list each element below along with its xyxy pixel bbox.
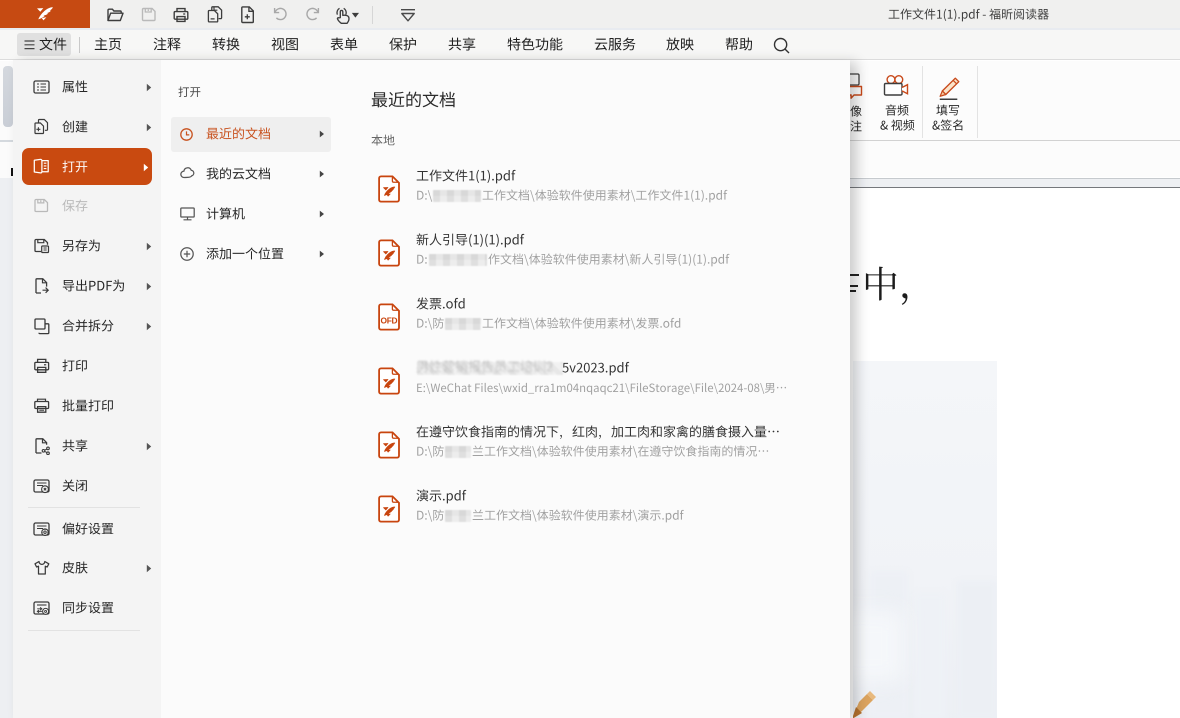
svg-text:OFD: OFD <box>381 315 398 325</box>
